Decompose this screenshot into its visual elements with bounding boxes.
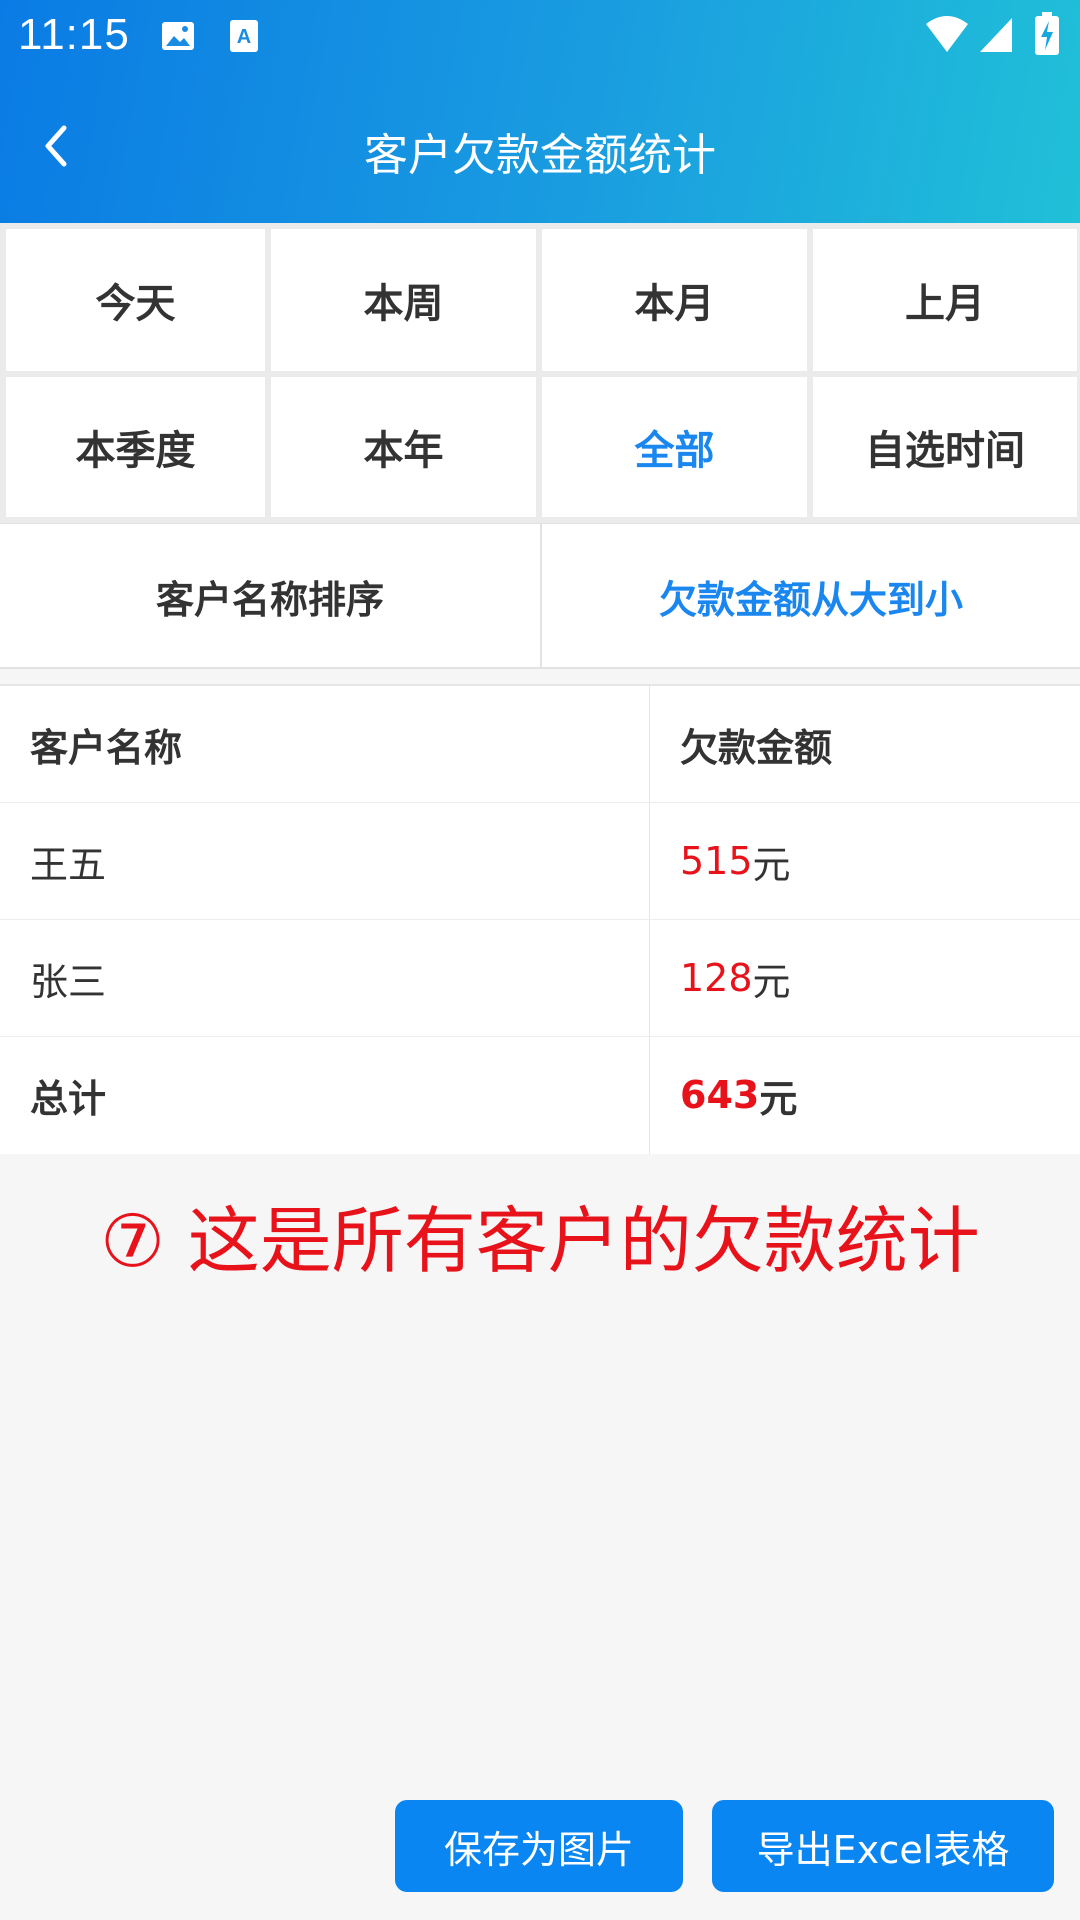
annotation-text: ⑦ 这是所有客户的欠款统计 [100,1199,980,1283]
export-excel-button[interactable]: 导出Excel表格 [712,1800,1054,1892]
filter-all[interactable]: 全部 [542,377,807,517]
filter-custom-time[interactable]: 自选时间 [813,377,1077,517]
sort-bar: 客户名称排序 欠款金额从大到小 [0,523,1080,669]
table-total-row: 总计 643 元 [0,1037,1080,1154]
app-header-background: 11:15 A 客户欠款金额统计 [0,0,1080,223]
page-title: 客户欠款金额统计 [364,130,716,181]
table-header-row: 客户名称 欠款金额 [0,686,1080,803]
nav-bar: 客户欠款金额统计 [0,74,1080,223]
debt-table: 客户名称 欠款金额 王五 515 元 张三 128 元 总计 643 元 [0,684,1080,1154]
column-header-customer-name: 客户名称 [30,725,183,770]
amount-value: 515 [680,839,753,883]
total-label: 总计 [30,1076,107,1121]
wifi-icon [924,14,970,58]
filter-today[interactable]: 今天 [6,229,265,371]
svg-text:A: A [237,26,251,48]
customer-name: 张三 [30,959,107,1004]
table-row: 王五 515 元 [0,803,1080,920]
sort-by-customer-name[interactable]: 客户名称排序 [0,524,540,668]
amount-unit: 元 [752,959,791,1004]
total-amount: 643 元 [680,1037,1060,1153]
filter-this-week[interactable]: 本周 [271,229,536,371]
debt-amount: 515 元 [680,803,1060,919]
status-time: 11:15 [18,10,130,59]
save-as-image-button[interactable]: 保存为图片 [395,1800,683,1892]
amount-unit: 元 [752,842,791,887]
debt-amount: 128 元 [680,920,1060,1036]
sort-by-amount-desc[interactable]: 欠款金额从大到小 [542,524,1080,668]
image-icon [160,18,196,58]
total-amount-unit: 元 [759,1076,798,1121]
column-header-debt-amount: 欠款金额 [680,725,833,770]
a-badge-icon: A [228,18,260,58]
signal-icon [978,14,1014,58]
filter-this-quarter[interactable]: 本季度 [6,377,265,517]
amount-value: 128 [680,956,753,1000]
filter-this-month[interactable]: 本月 [542,229,807,371]
filter-this-year[interactable]: 本年 [271,377,536,517]
total-amount-value: 643 [680,1073,760,1117]
table-row: 张三 128 元 [0,920,1080,1037]
period-filter-grid: 今天 本周 本月 上月 本季度 本年 全部 自选时间 [0,223,1080,523]
customer-name: 王五 [30,842,107,887]
status-bar: 11:15 A [0,0,1080,74]
filter-last-month[interactable]: 上月 [813,229,1077,371]
battery-charging-icon [1034,12,1060,60]
